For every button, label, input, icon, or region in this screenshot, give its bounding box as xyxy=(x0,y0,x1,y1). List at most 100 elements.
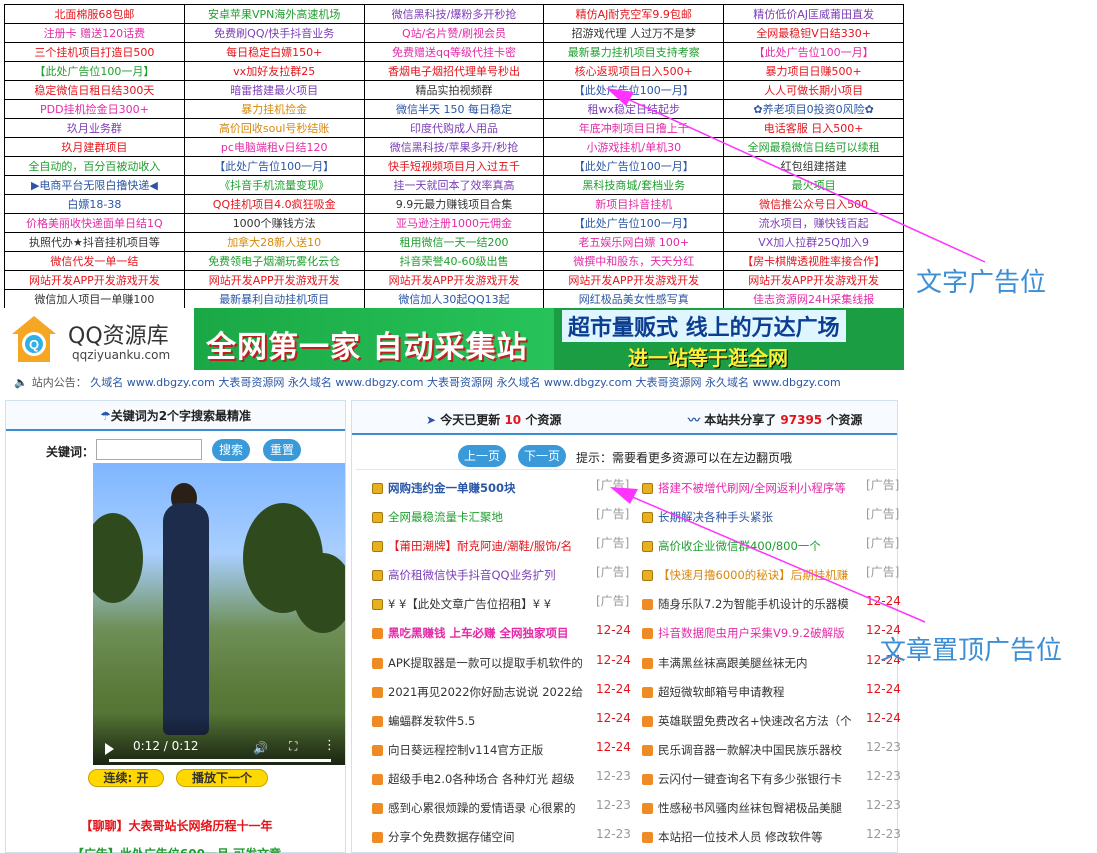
article-item[interactable]: 黑吃黑赚钱 上车必赚 全网独家项目 12-24 xyxy=(372,620,638,649)
ad-link[interactable]: 微信半天 150 每日稳定 xyxy=(363,99,545,119)
more-options-icon[interactable]: ⋮ xyxy=(323,738,336,753)
article-item[interactable]: 蝙蝠群发软件5.5 12-24 xyxy=(372,708,638,737)
ad-link[interactable]: 免费赠送qq等级代挂卡密 xyxy=(363,42,545,62)
ad-link[interactable]: 最新暴力挂机项目支持考察 xyxy=(543,42,725,62)
ad-link[interactable]: 租用微信一天一结200 xyxy=(363,232,545,252)
ad-link[interactable]: 价格美丽收快递面单日结1Q xyxy=(4,213,185,233)
ad-link[interactable]: 微信代发一单一结 xyxy=(4,251,185,271)
ad-link[interactable]: 快手短视频项目月入过五千 xyxy=(363,156,545,176)
article-item[interactable]: 性感秘书风骚肉丝袜包臀裙极品美腿 12-23 xyxy=(642,795,908,824)
article-item[interactable]: 英雄联盟免费改名+快速改名方法（个 12-24 xyxy=(642,708,908,737)
ad-link[interactable]: 网站开发APP开发游戏开发 xyxy=(4,270,185,290)
ad-link[interactable]: VX加人拉群25Q加入9 xyxy=(723,232,904,252)
ad-link[interactable]: 流水项目，赚快钱百起 xyxy=(723,213,904,233)
ad-link[interactable]: 三个挂机项目打造日500 xyxy=(4,42,185,62)
video-player[interactable]: 0:12 / 0:12 🔊 ⛶ ⋮ xyxy=(93,463,345,765)
ad-link[interactable]: 黑科技商城/套档业务 xyxy=(543,175,725,195)
ad-link[interactable]: 高价回收soul号秒结账 xyxy=(183,118,365,138)
article-title[interactable]: 蝙蝠群发软件5.5 xyxy=(388,708,594,734)
article-title[interactable]: 感到心累很烦躁的爱情语录 心很累的 xyxy=(388,795,594,821)
ad-link[interactable]: 加拿大28新人送10 xyxy=(183,232,365,252)
article-title[interactable]: 【莆田潮牌】耐克阿迪/潮鞋/服饰/名 xyxy=(388,533,594,559)
search-button[interactable]: 搜索 xyxy=(212,439,250,461)
article-title[interactable]: 长期解决各种手头紧张 xyxy=(658,504,864,530)
article-title[interactable]: 向日葵远程控制v114官方正版 xyxy=(388,737,594,763)
site-logo[interactable]: Q QQ资源库 qqziyuanku.com xyxy=(4,308,194,370)
article-item[interactable]: 民乐调音器一款解决中国民族乐器校 12-23 xyxy=(642,737,908,766)
ad-link[interactable]: 网站开发APP开发游戏开发 xyxy=(723,270,904,290)
article-title[interactable]: 丰满黑丝袜高跟美腿丝袜无内 xyxy=(658,650,864,676)
article-title[interactable]: APK提取器是一款可以提取手机软件的 xyxy=(388,650,594,676)
article-title[interactable]: 超短微软邮箱号申请教程 xyxy=(658,679,864,705)
article-item[interactable]: 超短微软邮箱号申请教程 12-24 xyxy=(642,679,908,708)
ad-link[interactable]: 精仿低价AJ匡威莆田直发 xyxy=(723,4,904,24)
ad-link[interactable]: 白嫖18-38 xyxy=(4,194,185,214)
article-item[interactable]: 【莆田潮牌】耐克阿迪/潮鞋/服饰/名 [广告] xyxy=(372,533,638,562)
article-item[interactable]: 超级手电2.0各种场合 各种灯光 超级 12-23 xyxy=(372,766,638,795)
ad-link[interactable]: 挂一天就回本了效率真高 xyxy=(363,175,545,195)
ad-link[interactable]: ✿养老项目0投资0风险✿ xyxy=(723,99,904,119)
article-title[interactable]: 高价租微信快手抖音QQ业务扩列 xyxy=(388,562,594,588)
article-item[interactable]: 网购违约金一单赚500块 [广告] xyxy=(372,475,638,504)
ad-link[interactable]: 【此处广告位100一月】 xyxy=(543,156,725,176)
left-ad-link[interactable]: 【广告】此处广告位600一月 可发文章 xyxy=(6,845,347,853)
ad-link[interactable]: 全网最稳微信日结可以续租 xyxy=(723,137,904,157)
article-title[interactable]: ¥ ¥【此处文章广告位招租】¥ ¥ xyxy=(388,591,594,617)
ad-link[interactable]: 【此处广告位100一月】 xyxy=(183,156,365,176)
ad-link[interactable]: 人人可做长期小项目 xyxy=(723,80,904,100)
ad-link[interactable]: 玖月建群项目 xyxy=(4,137,185,157)
ad-link[interactable]: 暴力挂机捡金 xyxy=(183,99,365,119)
ad-link[interactable]: 1000个赚钱方法 xyxy=(183,213,365,233)
article-title[interactable]: 【快速月撸6000的秘诀】后期挂机赚 xyxy=(658,562,864,588)
ad-link[interactable]: 年底冲刺项目日撸上千 xyxy=(543,118,725,138)
video-progress-bar[interactable] xyxy=(109,759,331,762)
ad-link[interactable]: 小游戏挂机/单机30 xyxy=(543,137,725,157)
article-item[interactable]: APK提取器是一款可以提取手机软件的 12-24 xyxy=(372,650,638,679)
ad-link[interactable]: 微信推公众号日入500 xyxy=(723,194,904,214)
article-title[interactable]: 超级手电2.0各种场合 各种灯光 超级 xyxy=(388,766,594,792)
ad-link[interactable]: 每日稳定白嫖150+ xyxy=(183,42,365,62)
ad-link[interactable]: 微信加人项目一单赚100 xyxy=(4,289,185,309)
play-icon[interactable] xyxy=(105,743,114,755)
ad-link[interactable]: vx加好友拉群25 xyxy=(183,61,365,81)
ad-link[interactable]: 抖音荣誉40-60级出售 xyxy=(363,251,545,271)
article-item[interactable]: 2021再见2022你好励志说说 2022给 12-24 xyxy=(372,679,638,708)
article-item[interactable]: 分享个免费数据存储空间 12-23 xyxy=(372,824,638,853)
ad-link[interactable]: 印度代购成人用品 xyxy=(363,118,545,138)
article-title[interactable]: 高价收企业微信群400/800一个 xyxy=(658,533,864,559)
ad-link[interactable]: 最火项目 xyxy=(723,175,904,195)
ad-link[interactable]: 香烟电子烟招代理单号秒出 xyxy=(363,61,545,81)
ad-link[interactable]: 全网最稳钽V日结330+ xyxy=(723,23,904,43)
ad-link[interactable]: 暗雷搭建最火项目 xyxy=(183,80,365,100)
ad-link[interactable]: 微信黑科技/苹果多开/秒抢 xyxy=(363,137,545,157)
article-title[interactable]: 性感秘书风骚肉丝袜包臀裙极品美腿 xyxy=(658,795,864,821)
article-title[interactable]: 云闪付一键查询名下有多少张银行卡 xyxy=(658,766,864,792)
article-item[interactable]: 全网最稳流量卡汇聚地 [广告] xyxy=(372,504,638,533)
ad-link[interactable]: PDD挂机捡金日300+ xyxy=(4,99,185,119)
ad-link[interactable]: 【此处广告位100一月】 xyxy=(543,80,725,100)
ad-link[interactable]: 网站开发APP开发游戏开发 xyxy=(363,270,545,290)
ad-link[interactable]: 精仿AJ耐克空军9.9包邮 xyxy=(543,4,725,24)
prev-page-button[interactable]: 上一页 xyxy=(458,445,506,467)
ad-link[interactable]: 网站开发APP开发游戏开发 xyxy=(543,270,725,290)
article-title[interactable]: 搭建不被增代刷网/全网返利小程序等 xyxy=(658,475,864,501)
continuous-play-button[interactable]: 连续: 开 xyxy=(88,769,164,787)
article-title[interactable]: 分享个免费数据存储空间 xyxy=(388,824,594,850)
play-next-button[interactable]: 播放下一个 xyxy=(176,769,268,787)
article-title[interactable]: 随身乐队7.2为智能手机设计的乐器模 xyxy=(658,591,864,617)
ad-link[interactable]: 最新暴利自动挂机项目 xyxy=(183,289,365,309)
ad-link[interactable]: 注册卡 赠送120话费 xyxy=(4,23,185,43)
ad-link[interactable]: 新项目抖音挂机 xyxy=(543,194,725,214)
article-title[interactable]: 民乐调音器一款解决中国民族乐器校 xyxy=(658,737,864,763)
ad-link[interactable]: 9.9元最力赚钱项目合集 xyxy=(363,194,545,214)
ad-link[interactable]: 佳志资源网24H采集线报 xyxy=(723,289,904,309)
article-item[interactable]: 【快速月撸6000的秘诀】后期挂机赚 [广告] xyxy=(642,562,908,591)
ad-link[interactable]: ▶电商平台无限白撸快递◀ xyxy=(4,175,185,195)
left-news-link[interactable]: 【聊聊】大表哥站长网络历程十一年 xyxy=(6,817,347,834)
ad-link[interactable]: 执照代办★抖音挂机项目等 xyxy=(4,232,185,252)
article-item[interactable]: 丰满黑丝袜高跟美腿丝袜无内 12-24 xyxy=(642,650,908,679)
ad-link[interactable]: 免费领电子烟潮玩雾化云仓 xyxy=(183,251,365,271)
keyword-input[interactable] xyxy=(96,439,202,460)
article-item[interactable]: 高价收企业微信群400/800一个 [广告] xyxy=(642,533,908,562)
ad-link[interactable]: pc电脑端租v日结120 xyxy=(183,137,365,157)
